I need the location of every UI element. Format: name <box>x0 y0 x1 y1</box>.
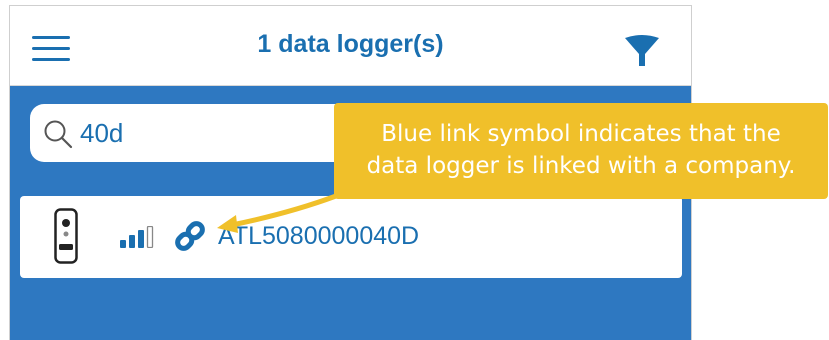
annotation-callout: Blue link symbol indicates that the data… <box>334 103 828 199</box>
search-input[interactable]: 40d <box>80 118 123 149</box>
search-icon <box>44 120 73 149</box>
data-logger-device-icon <box>54 208 78 264</box>
logger-id: ATL5080000040D <box>218 222 420 250</box>
signal-strength-icon <box>120 226 154 248</box>
callout-line-2: data logger is linked with a company. <box>366 153 796 179</box>
link-icon <box>175 221 205 251</box>
page-title: 1 data logger(s) <box>257 30 444 58</box>
app-header: 1 data logger(s) <box>10 6 691 86</box>
callout-line-1: Blue link symbol indicates that the <box>381 121 781 147</box>
logger-list-item[interactable]: ATL5080000040D <box>20 196 682 278</box>
filter-button[interactable] <box>622 32 662 72</box>
funnel-filter-icon <box>625 35 659 66</box>
